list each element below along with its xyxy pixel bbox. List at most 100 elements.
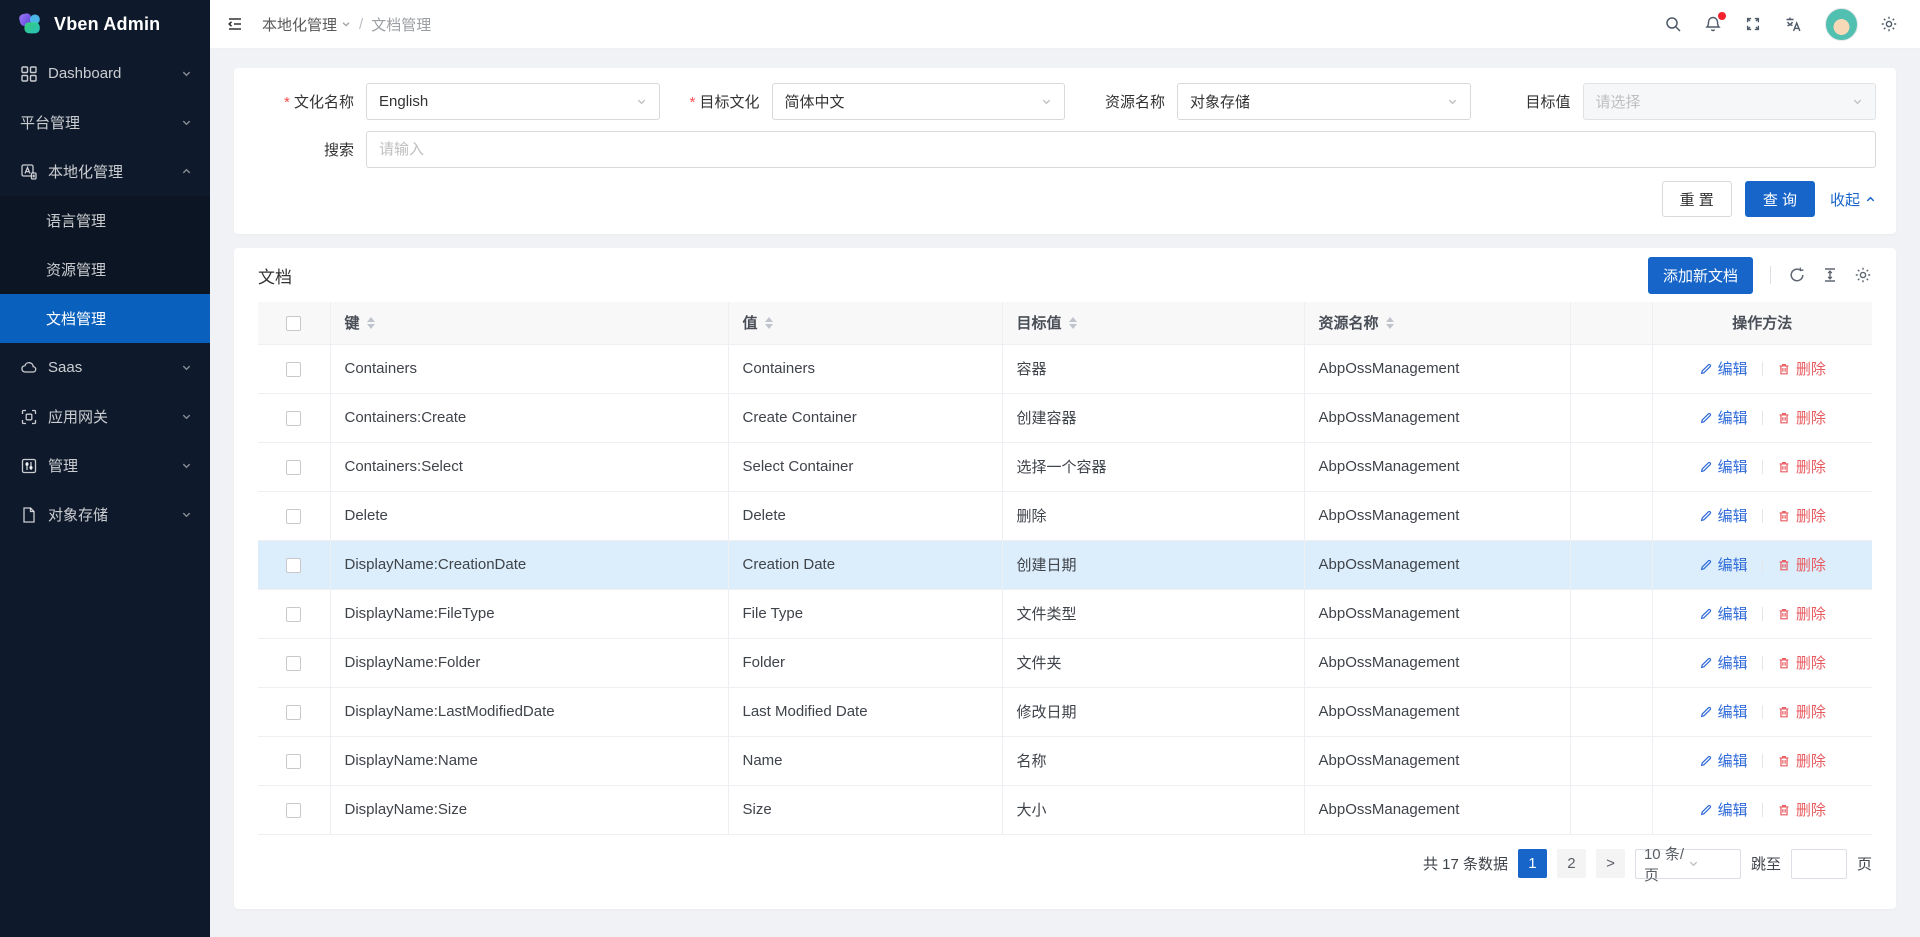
collapse-filters-link[interactable]: 收起: [1830, 189, 1876, 210]
column-header-key[interactable]: 键: [330, 302, 728, 344]
sort-icons[interactable]: [1386, 317, 1394, 329]
chevron-down-icon: [181, 460, 192, 471]
settings-gear-icon[interactable]: [1880, 15, 1898, 33]
cell-empty: [1570, 491, 1652, 540]
cell-key: DisplayName:CreationDate: [330, 540, 728, 589]
sidebar-item-language-management[interactable]: 语言管理: [0, 196, 210, 245]
sidebar-item-admin[interactable]: 管理: [0, 441, 210, 490]
delete-button[interactable]: 删除: [1777, 456, 1826, 477]
sidebar-item-localization[interactable]: 本地化管理: [0, 147, 210, 196]
edit-button[interactable]: 编辑: [1699, 652, 1748, 673]
page-button-2[interactable]: 2: [1557, 849, 1586, 878]
cell-resource-name: AbpOssManagement: [1304, 687, 1570, 736]
column-header-empty: [1570, 302, 1652, 344]
table-body: Containers Containers 容器 AbpOssManagemen…: [258, 344, 1872, 834]
search-icon[interactable]: [1664, 15, 1682, 33]
culture-name-select[interactable]: English: [366, 83, 660, 120]
row-checkbox[interactable]: [286, 558, 301, 573]
sort-icons[interactable]: [1069, 317, 1077, 329]
delete-button[interactable]: 删除: [1777, 358, 1826, 379]
edit-button[interactable]: 编辑: [1699, 407, 1748, 428]
sort-icons[interactable]: [765, 317, 773, 329]
table-header-row: 键 值 目标值 资源名称: [258, 302, 1872, 344]
column-header-target-value[interactable]: 目标值: [1002, 302, 1304, 344]
cell-empty: [1570, 442, 1652, 491]
user-avatar[interactable]: [1825, 8, 1858, 41]
topbar: 本地化管理 / 文档管理: [210, 0, 1920, 49]
sidebar-item-dashboard[interactable]: Dashboard: [0, 49, 210, 98]
cell-resource-name: AbpOssManagement: [1304, 393, 1570, 442]
sidebar-item-gateway[interactable]: 应用网关: [0, 392, 210, 441]
row-checkbox[interactable]: [286, 411, 301, 426]
column-header-resource-name[interactable]: 资源名称: [1304, 302, 1570, 344]
sidebar-item-resource-management[interactable]: 资源管理: [0, 245, 210, 294]
page-button-1[interactable]: 1: [1518, 849, 1547, 878]
sidebar-item-platform[interactable]: 平台管理: [0, 98, 210, 147]
row-checkbox[interactable]: [286, 607, 301, 622]
edit-button[interactable]: 编辑: [1699, 750, 1748, 771]
culture-name-label: 文化名称: [254, 91, 366, 112]
chevron-down-icon: [181, 117, 192, 128]
gateway-icon: [20, 408, 38, 426]
row-height-icon[interactable]: [1821, 266, 1839, 284]
delete-button[interactable]: 删除: [1777, 652, 1826, 673]
notification-bell-icon[interactable]: [1704, 15, 1722, 33]
sidebar-item-object-storage[interactable]: 对象存储: [0, 490, 210, 539]
target-value-select[interactable]: 请选择: [1583, 83, 1877, 120]
edit-button[interactable]: 编辑: [1699, 554, 1748, 575]
row-checkbox[interactable]: [286, 460, 301, 475]
pencil-icon: [1699, 803, 1713, 817]
delete-button[interactable]: 删除: [1777, 799, 1826, 820]
sort-icons[interactable]: [367, 317, 375, 329]
fullscreen-icon[interactable]: [1744, 15, 1762, 33]
query-button[interactable]: 查 询: [1745, 181, 1815, 217]
delete-button[interactable]: 删除: [1777, 505, 1826, 526]
main-area: 本地化管理 / 文档管理: [210, 0, 1920, 937]
row-checkbox[interactable]: [286, 656, 301, 671]
column-header-value[interactable]: 值: [728, 302, 1002, 344]
sidebar-item-label: Saas: [48, 359, 181, 376]
edit-button[interactable]: 编辑: [1699, 456, 1748, 477]
edit-button[interactable]: 编辑: [1699, 799, 1748, 820]
delete-button[interactable]: 删除: [1777, 603, 1826, 624]
cell-value: Name: [728, 736, 1002, 785]
next-page-button[interactable]: >: [1596, 849, 1625, 878]
delete-button[interactable]: 删除: [1777, 750, 1826, 771]
page-size-select[interactable]: 10 条/页: [1635, 849, 1741, 879]
jump-page-input[interactable]: [1791, 849, 1847, 879]
row-checkbox[interactable]: [286, 705, 301, 720]
delete-button[interactable]: 删除: [1777, 407, 1826, 428]
reset-button[interactable]: 重 置: [1662, 181, 1732, 217]
cell-resource-name: AbpOssManagement: [1304, 638, 1570, 687]
edit-button[interactable]: 编辑: [1699, 603, 1748, 624]
row-checkbox[interactable]: [286, 362, 301, 377]
row-checkbox[interactable]: [286, 754, 301, 769]
breadcrumb-parent[interactable]: 本地化管理: [262, 14, 351, 35]
trash-icon: [1777, 509, 1791, 523]
delete-button[interactable]: 删除: [1777, 554, 1826, 575]
sidebar-item-label: 对象存储: [48, 504, 181, 525]
select-all-checkbox[interactable]: [286, 316, 301, 331]
translate-icon[interactable]: [1784, 15, 1803, 34]
edit-button[interactable]: 编辑: [1699, 505, 1748, 526]
sidebar-menu: Dashboard 平台管理 本地化管理: [0, 49, 210, 539]
sidebar-item-saas[interactable]: Saas: [0, 343, 210, 392]
sidebar-item-document-management[interactable]: 文档管理: [0, 294, 210, 343]
edit-button[interactable]: 编辑: [1699, 358, 1748, 379]
table-row: Containers:Select Select Container 选择一个容…: [258, 442, 1872, 491]
delete-button[interactable]: 删除: [1777, 701, 1826, 722]
row-checkbox[interactable]: [286, 509, 301, 524]
menu-fold-icon[interactable]: [226, 15, 244, 33]
localization-icon: [20, 163, 38, 181]
edit-button[interactable]: 编辑: [1699, 701, 1748, 722]
refresh-icon[interactable]: [1788, 266, 1806, 284]
cell-empty: [1570, 540, 1652, 589]
action-divider: [1762, 509, 1763, 523]
target-culture-select[interactable]: 简体中文: [772, 83, 1066, 120]
add-document-button[interactable]: 添加新文档: [1648, 257, 1753, 294]
table-settings-gear-icon[interactable]: [1854, 266, 1872, 284]
row-checkbox[interactable]: [286, 803, 301, 818]
search-input[interactable]: [366, 131, 1876, 168]
resource-name-select[interactable]: 对象存储: [1177, 83, 1471, 120]
trash-icon: [1777, 607, 1791, 621]
